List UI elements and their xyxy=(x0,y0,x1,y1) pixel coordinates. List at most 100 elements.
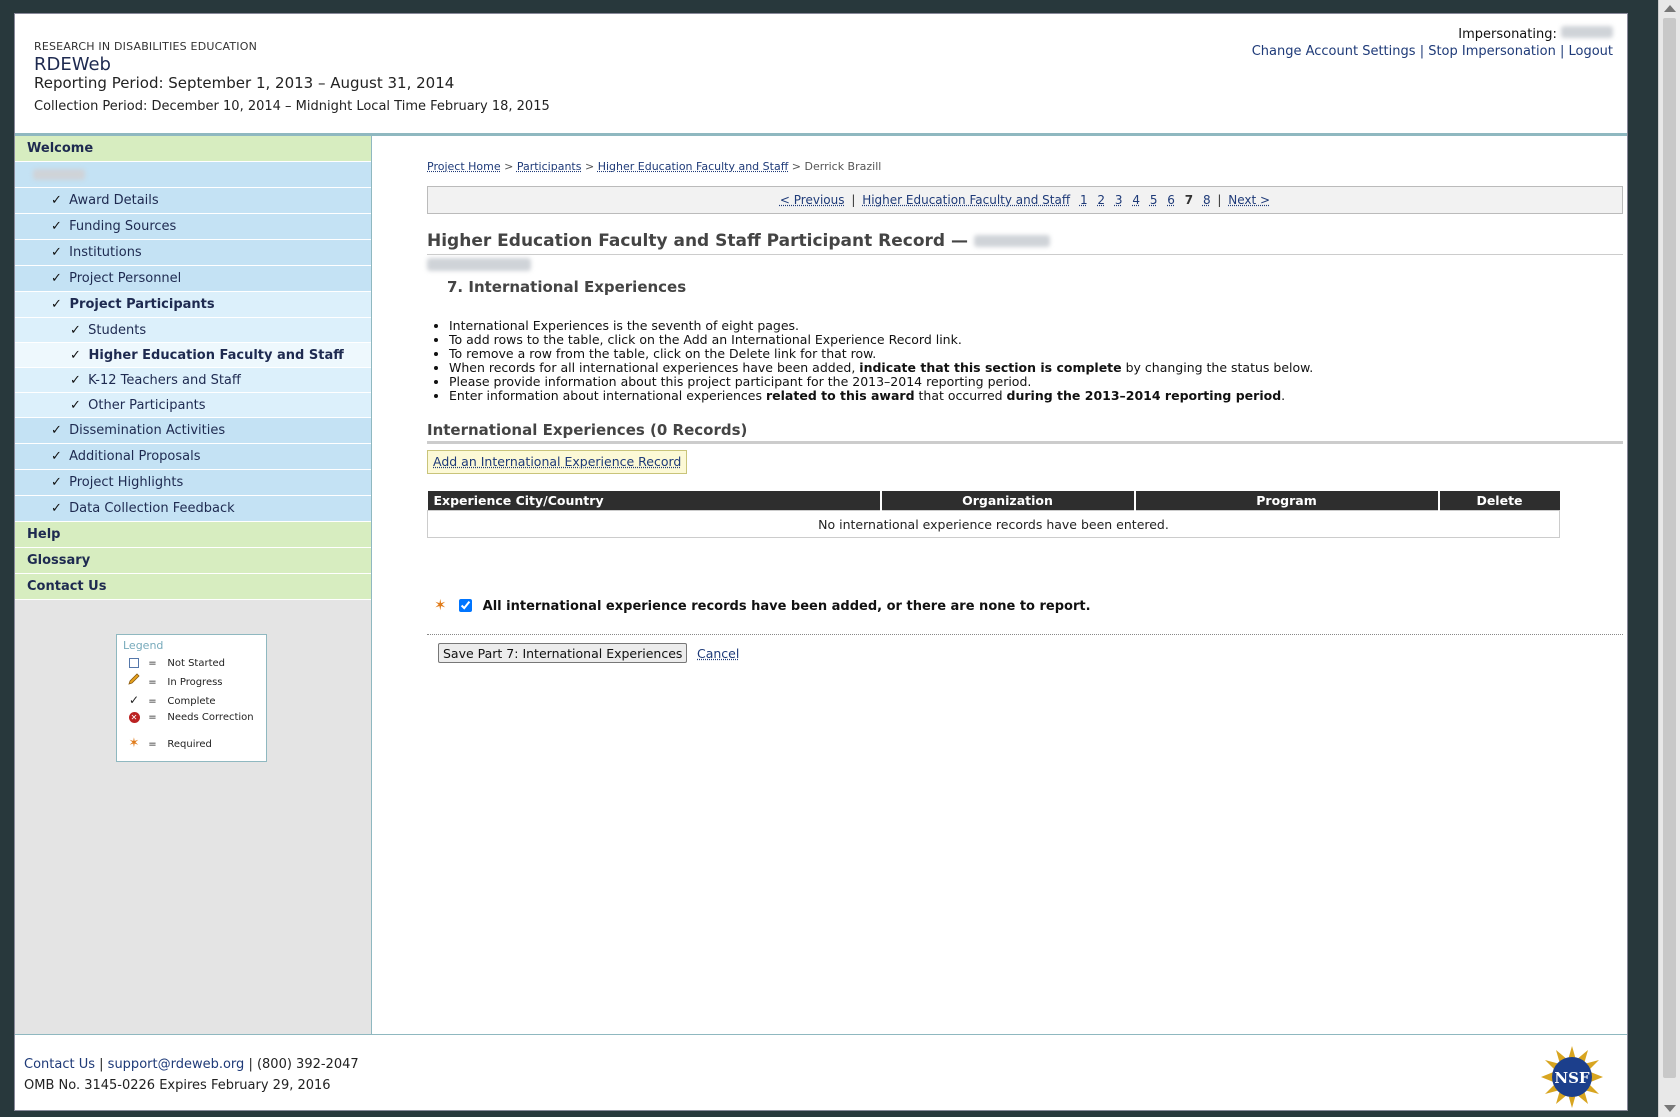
browser-window: RESEARCH IN DISABILITIES EDUCATION RDEWe… xyxy=(14,13,1628,1111)
participant-name xyxy=(427,258,531,275)
nav-institutions[interactable]: ✓ Institutions xyxy=(15,240,371,266)
complete-check-icon: ✓ xyxy=(70,348,81,363)
page-title: Higher Education Faculty and Staff Parti… xyxy=(427,231,1623,255)
column-header-organization: Organization xyxy=(880,491,1136,511)
stop-impersonation-link[interactable]: Stop Impersonation xyxy=(1428,44,1556,59)
nav-label: Funding Sources xyxy=(69,219,177,234)
nav-label: Project Personnel xyxy=(69,271,182,286)
complete-check-icon: ✓ xyxy=(51,501,62,516)
breadcrumb-participants[interactable]: Participants xyxy=(517,160,582,173)
legend-row-in-progress: = In Progress xyxy=(123,673,260,691)
nav-additional-proposals[interactable]: ✓ Additional Proposals xyxy=(15,444,371,470)
cancel-link[interactable]: Cancel xyxy=(697,646,739,661)
redacted-username xyxy=(1561,26,1613,38)
app-name: RDEWeb xyxy=(34,54,111,75)
vertical-scrollbar[interactable] xyxy=(1658,0,1680,1117)
footer-email-link[interactable]: support@rdeweb.org xyxy=(108,1057,245,1072)
section-link[interactable]: Higher Education Faculty and Staff xyxy=(862,193,1070,207)
user-links: Change Account Settings | Stop Impersona… xyxy=(1251,44,1613,59)
page-header: RESEARCH IN DISABILITIES EDUCATION RDEWe… xyxy=(15,14,1627,136)
legend-row-needs-correction: ✕ = Needs Correction xyxy=(123,709,260,727)
complete-check-icon: ✓ xyxy=(70,323,81,338)
page-link-4[interactable]: 4 xyxy=(1132,193,1140,207)
previous-page-link[interactable]: < Previous xyxy=(780,193,845,207)
nav-glossary[interactable]: Glossary xyxy=(15,548,371,574)
column-header-delete: Delete xyxy=(1438,491,1560,511)
legend-row-required: ✶ = Required xyxy=(123,735,260,753)
nav-label: Dissemination Activities xyxy=(69,423,226,438)
breadcrumb-project-home[interactable]: Project Home xyxy=(427,160,501,173)
footer-contact-link[interactable]: Contact Us xyxy=(24,1057,95,1072)
section-complete-checkbox[interactable] xyxy=(459,599,473,612)
nav-label: Institutions xyxy=(69,245,142,260)
page-link-8[interactable]: 8 xyxy=(1203,193,1211,207)
next-page-link[interactable]: Next > xyxy=(1228,193,1270,207)
save-button[interactable]: Save Part 7: International Experiences xyxy=(438,643,688,663)
instruction-item: International Experiences is the seventh… xyxy=(449,319,1313,333)
reporting-period: Reporting Period: September 1, 2013 – Au… xyxy=(34,74,455,92)
nav-data-collection-feedback[interactable]: ✓ Data Collection Feedback xyxy=(15,496,371,522)
section-title: 7. International Experiences xyxy=(447,278,687,296)
nav-project-participants[interactable]: ✓ Project Participants xyxy=(15,292,371,318)
nsf-logo-icon: NSF xyxy=(1541,1046,1603,1108)
nav-label: Other Participants xyxy=(88,398,206,413)
instruction-item: To add rows to the table, click on the A… xyxy=(449,333,1313,347)
logout-link[interactable]: Logout xyxy=(1568,44,1613,59)
section-complete-label: All international experience records hav… xyxy=(482,599,1091,614)
page-link-2[interactable]: 2 xyxy=(1097,193,1105,207)
required-star-icon: ✶ xyxy=(128,736,140,751)
legend-row-not-started: = Not Started xyxy=(123,655,260,673)
nav-award-id[interactable] xyxy=(15,162,371,188)
nav-label: Award Details xyxy=(69,193,159,208)
nav-higher-education-faculty[interactable]: ✓ Higher Education Faculty and Staff xyxy=(15,343,371,368)
page-navigator: < Previous | Higher Education Faculty an… xyxy=(427,186,1623,214)
footer-contact-row: Contact Us | support@rdeweb.org | (800) … xyxy=(24,1057,359,1072)
nav-help[interactable]: Help xyxy=(15,522,371,548)
checkmark-icon: ✓ xyxy=(128,693,140,707)
nav-label: Project Participants xyxy=(69,297,215,312)
nav-label: Data Collection Feedback xyxy=(69,501,235,516)
add-international-experience-link[interactable]: Add an International Experience Record xyxy=(427,450,688,474)
footer-divider xyxy=(15,1034,1627,1035)
nav-students[interactable]: ✓ Students xyxy=(15,318,371,343)
not-started-icon xyxy=(129,658,139,668)
complete-check-icon: ✓ xyxy=(51,219,62,234)
change-account-settings-link[interactable]: Change Account Settings xyxy=(1252,44,1416,59)
sidebar: Welcome ✓ Award Details ✓ Funding Source… xyxy=(15,136,372,1034)
nav-award-details[interactable]: ✓ Award Details xyxy=(15,188,371,214)
international-experiences-table: Experience City/Country Organization Pro… xyxy=(427,491,1560,538)
nav-label: Higher Education Faculty and Staff xyxy=(88,348,344,363)
nav-welcome[interactable]: Welcome xyxy=(15,136,371,162)
page-link-5[interactable]: 5 xyxy=(1150,193,1158,207)
breadcrumb-higher-ed[interactable]: Higher Education Faculty and Staff xyxy=(598,160,789,173)
nav-project-highlights[interactable]: ✓ Project Highlights xyxy=(15,470,371,496)
divider xyxy=(427,634,1623,635)
nav-contact-us[interactable]: Contact Us xyxy=(15,574,371,600)
complete-check-icon: ✓ xyxy=(51,245,62,260)
page-link-1[interactable]: 1 xyxy=(1080,193,1088,207)
scroll-down-icon[interactable] xyxy=(1664,1105,1676,1112)
page-link-6[interactable]: 6 xyxy=(1167,193,1175,207)
scroll-up-icon[interactable] xyxy=(1664,5,1676,12)
complete-check-icon: ✓ xyxy=(51,423,62,438)
impersonating-label: Impersonating: xyxy=(1458,27,1557,42)
legend-row-complete: ✓ = Complete xyxy=(123,691,260,709)
complete-check-icon: ✓ xyxy=(51,193,62,208)
table-heading: International Experiences (0 Records) xyxy=(427,421,1623,444)
instruction-item: Please provide information about this pr… xyxy=(449,375,1313,389)
nav-dissemination-activities[interactable]: ✓ Dissemination Activities xyxy=(15,418,371,444)
instructions-list: International Experiences is the seventh… xyxy=(427,319,1313,403)
nav-funding-sources[interactable]: ✓ Funding Sources xyxy=(15,214,371,240)
nav-other-participants[interactable]: ✓ Other Participants xyxy=(15,393,371,418)
status-legend: Legend = Not Started = In Progress ✓ = C… xyxy=(116,634,267,762)
pencil-icon xyxy=(123,673,145,692)
nav-k12-teachers[interactable]: ✓ K-12 Teachers and Staff xyxy=(15,368,371,393)
instruction-item: Enter information about international ex… xyxy=(449,389,1313,403)
collection-period: Collection Period: December 10, 2014 – M… xyxy=(34,99,550,114)
nav-project-personnel[interactable]: ✓ Project Personnel xyxy=(15,266,371,292)
empty-table-message: No international experience records have… xyxy=(427,510,1560,538)
scrollbar-thumb[interactable] xyxy=(1663,18,1676,1078)
page-link-3[interactable]: 3 xyxy=(1115,193,1123,207)
user-box: Impersonating: Change Account Settings |… xyxy=(1252,26,1613,59)
instruction-item: To remove a row from the table, click on… xyxy=(449,347,1313,361)
